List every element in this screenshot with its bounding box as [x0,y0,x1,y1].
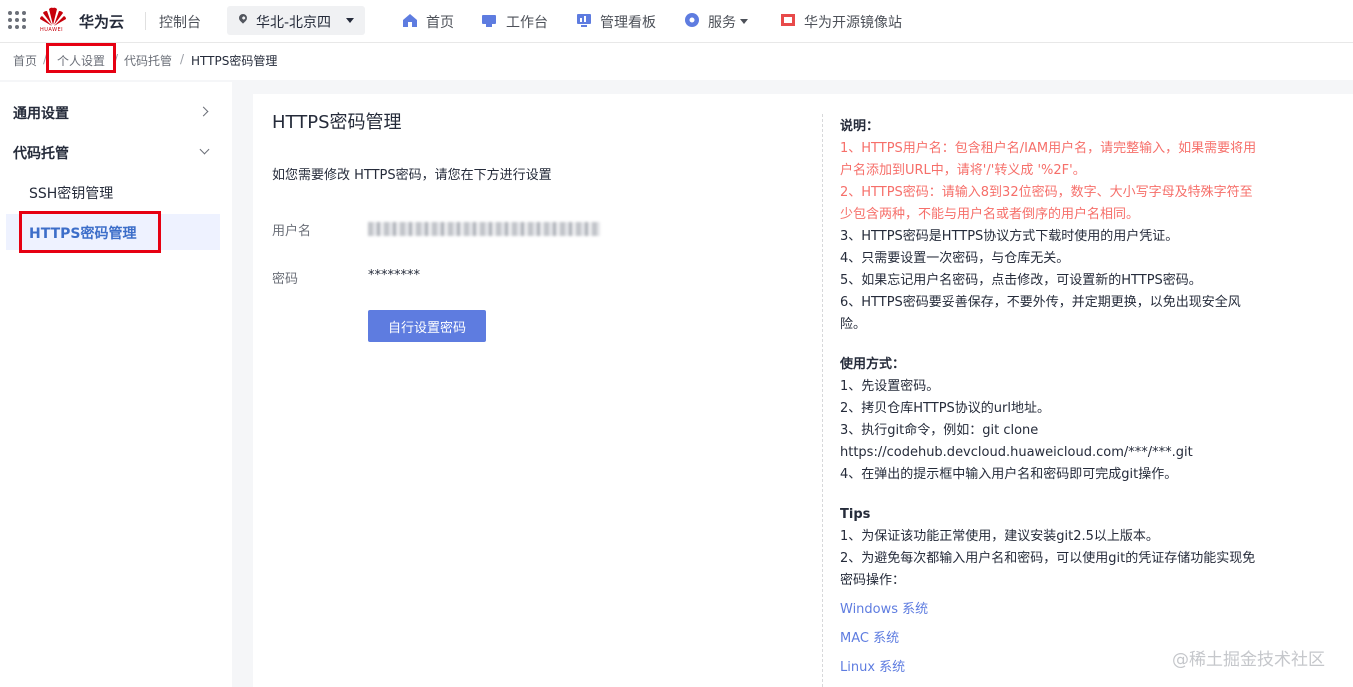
tips-heading: Tips [840,507,871,522]
location-pin-icon [237,12,249,24]
mirror-icon [781,14,795,26]
tip-line: 1、为保证该功能正常使用，建议安装git2.5以上版本。 [840,529,1159,544]
notes-heading: 说明： [840,119,880,134]
nav-dashboard[interactable]: 管理看板 [600,12,656,32]
workbench-icon [482,15,496,27]
set-password-button[interactable]: 自行设置密码 [368,310,486,342]
chevron-down-icon [740,19,748,24]
chevron-right-icon[interactable] [198,106,209,117]
sidebar-group-code-hosting[interactable]: 代码托管 [13,143,69,163]
sidebar-item-ssh-keys[interactable]: SSH密钥管理 [29,183,113,203]
vertical-divider [822,114,823,687]
note-line: 3、HTTPS密码是HTTPS协议方式下载时使用的用户凭证。 [840,229,1179,244]
usage-line: 1、先设置密码。 [840,379,940,394]
region-label: 华北-北京四 [256,15,332,31]
usage-line: 4、在弹出的提示框中输入用户名和密码即可完成git操作。 [840,467,1178,482]
usage-heading: 使用方式： [840,357,906,372]
note-line: 2、HTTPS密码：请输入8到32位密码，数字、大小写字母及特殊字符至少包含两种… [840,185,1253,222]
console-link[interactable]: 控制台 [159,12,201,32]
usage-line: 3、执行git命令，例如：git clone https://codehub.d… [840,423,1193,460]
password-label: 密码 [272,272,299,287]
help-panel: 说明： 1、HTTPS用户名：包含租户名/IAM用户名，请完整输入，如果需要将用… [840,116,1260,679]
breadcrumb-home[interactable]: 首页 [13,52,37,69]
link-windows[interactable]: Windows 系统 [840,599,1260,621]
nav-services[interactable]: 服务 [708,12,736,32]
sidebar: 通用设置 代码托管 SSH密钥管理 HTTPS密码管理 [0,82,232,687]
note-line: 6、HTTPS密码要妥善保存，不要外传，并定期更换，以免出现安全风险。 [840,295,1241,332]
sidebar-item-https-password[interactable]: HTTPS密码管理 [29,223,136,243]
nav-home[interactable]: 首页 [426,12,454,32]
nav-workbench[interactable]: 工作台 [506,12,548,32]
dashboard-icon [577,14,591,27]
caret-down-icon [346,18,354,23]
breadcrumb-separator: / [114,52,119,66]
top-nav-bar: HUAWEI 华为云 控制台 华北-北京四 首页 工作台 管理看板 服务 华为开… [0,0,1353,43]
note-line: 5、如果忘记用户名密码，点击修改，可设置新的HTTPS密码。 [840,273,1202,288]
breadcrumb-separator: / [43,52,48,66]
sidebar-group-general-settings[interactable]: 通用设置 [13,103,69,123]
chevron-down-icon[interactable] [199,144,210,155]
username-value-redacted [368,222,600,236]
tip-line: 2、为避免每次都输入用户名和密码，可以使用git的凭证存储功能实现免密码操作： [840,551,1256,588]
main-content: HTTPS密码管理 如您需要修改 HTTPS密码，请您在下方进行设置 用户名 密… [253,94,1353,687]
note-line: 1、HTTPS用户名：包含租户名/IAM用户名，请完整输入，如果需要将用户名添加… [840,141,1257,178]
nav-open-source-mirror[interactable]: 华为开源镜像站 [804,12,902,32]
note-line: 4、只需要设置一次密码，与仓库无关。 [840,251,1070,266]
watermark: @稀土掘金技术社区 [1172,650,1325,670]
breadcrumb-personal-settings[interactable]: 个人设置 [57,52,105,69]
breadcrumb-separator: / [180,52,185,66]
breadcrumb: 首页 / 个人设置 / 代码托管 / HTTPS密码管理 [0,43,1353,80]
username-label: 用户名 [272,224,312,239]
divider [145,12,146,30]
intro-text: 如您需要修改 HTTPS密码，请您在下方进行设置 [272,168,552,183]
breadcrumb-code-hosting[interactable]: 代码托管 [124,52,172,69]
logo-wordmark: HUAWEI [40,27,64,33]
usage-line: 2、拷贝仓库HTTPS协议的url地址。 [840,401,1050,416]
breadcrumb-current: HTTPS密码管理 [191,54,278,68]
password-value: ******** [368,268,420,283]
page-title: HTTPS密码管理 [272,112,402,133]
region-selector[interactable]: 华北-北京四 [227,6,365,35]
brand-name[interactable]: 华为云 [79,11,124,32]
home-icon [403,14,417,27]
services-icon [685,13,699,27]
app-grid-icon[interactable] [8,11,26,29]
